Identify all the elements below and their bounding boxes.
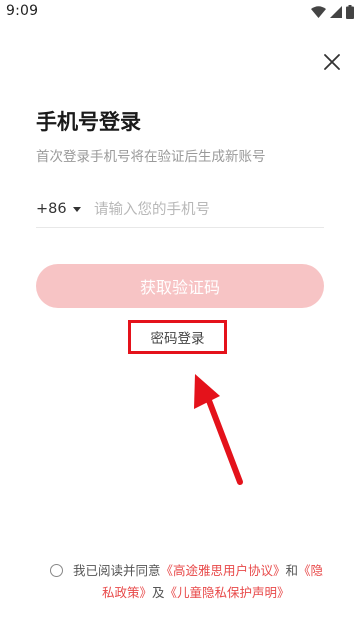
phone-input[interactable] — [94, 195, 322, 225]
close-button[interactable] — [322, 52, 342, 72]
privacy-policy-link-part2[interactable]: 私政策》 — [102, 585, 152, 600]
phone-row: +86 — [36, 195, 324, 228]
agreement-prefix: 我已阅读并同意 — [73, 563, 161, 578]
privacy-policy-link-part1[interactable]: 《隐 — [298, 563, 323, 578]
child-privacy-link[interactable]: 《儿童隐私保护声明》 — [165, 585, 290, 600]
user-agreement-link[interactable]: 《高途雅思用户协议》 — [161, 563, 286, 578]
password-login-link[interactable]: 密码登录 — [128, 320, 227, 354]
status-time: 9:09 — [6, 3, 39, 19]
get-code-button[interactable]: 获取验证码 — [36, 264, 324, 308]
agreement-line2: 私政策》及《儿童隐私保护声明》 — [50, 582, 330, 604]
status-bar: 9:09 — [0, 0, 360, 26]
agreement-text: 我已阅读并同意《高途雅思用户协议》和《隐 — [73, 560, 330, 582]
page-subtitle: 首次登录手机号将在验证后生成新账号 — [36, 149, 266, 165]
caret-down-icon — [72, 206, 81, 212]
country-code-selector[interactable]: +86 — [36, 201, 81, 217]
close-icon — [324, 54, 340, 70]
country-code-label: +86 — [36, 201, 67, 217]
agreement-and2: 及 — [152, 585, 165, 600]
signal-icon — [330, 6, 342, 18]
page-title: 手机号登录 — [36, 110, 141, 134]
agreement-radio[interactable] — [50, 564, 63, 577]
status-icons — [311, 5, 354, 19]
wifi-icon — [311, 6, 326, 18]
agreement: 我已阅读并同意《高途雅思用户协议》和《隐 私政策》及《儿童隐私保护声明》 — [50, 560, 330, 604]
battery-icon — [346, 5, 354, 19]
agreement-and: 和 — [285, 563, 299, 578]
